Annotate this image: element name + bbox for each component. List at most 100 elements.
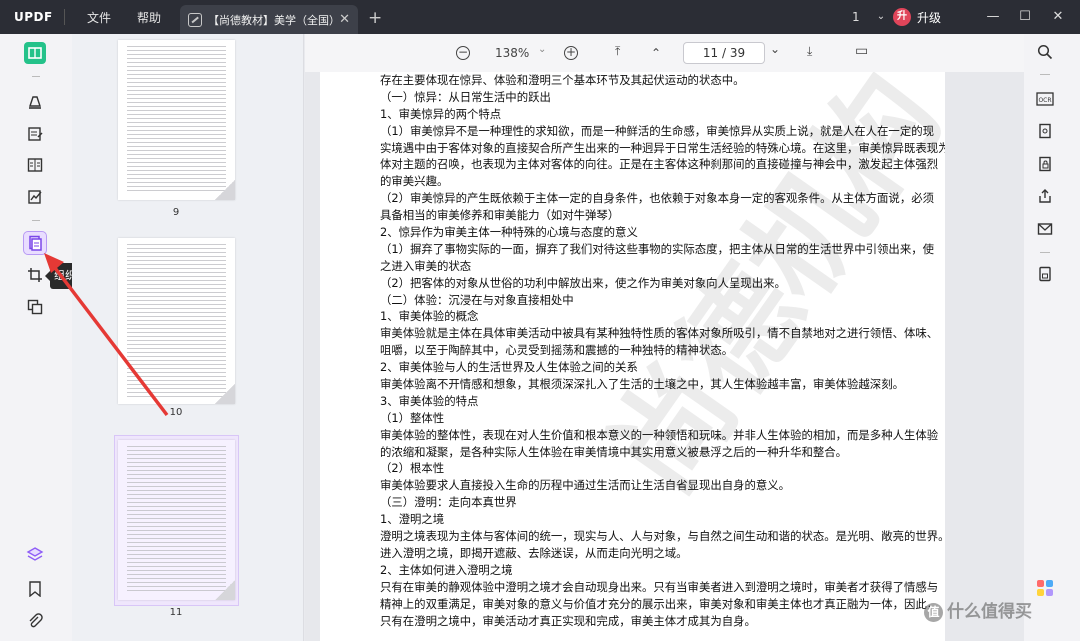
presentation-icon[interactable]: ▭ bbox=[855, 43, 868, 59]
page-text-line: 实境遇中由于客体对象的直接契合所产生出来的一种迥异于日常生活经验的特殊心境。在这… bbox=[380, 140, 945, 155]
pdf-page[interactable]: 尚德机构 存在主要体现在惊异、体验和澄明三个基本环节及其起伏运动的状态中。 （一）… bbox=[320, 72, 945, 641]
page-text-line: （二）体验：沉浸在与对象直接相处中 bbox=[380, 292, 574, 307]
page-text-line: 澄明之境表现为主体与客体间的统一，现实与人、人与对象，与自然之间生动和谐的状态。… bbox=[380, 529, 945, 544]
svg-text:OCR: OCR bbox=[1038, 97, 1051, 104]
menu-file[interactable]: 文件 bbox=[87, 9, 111, 26]
page-text-line: 审美体验就是主体在具体审美活动中被具有某种独特性质的客体对象所吸引，情不自禁地对… bbox=[380, 326, 939, 341]
document-area[interactable]: 尚德机构 存在主要体现在惊异、体验和澄明三个基本环节及其起伏运动的状态中。 （一）… bbox=[305, 72, 1024, 641]
close-window-button[interactable]: ✕ bbox=[1048, 7, 1068, 27]
page-text-line: 的审美兴趣。 bbox=[380, 174, 449, 189]
page-text-body: 存在主要体现在惊异、体验和澄明三个基本环节及其起伏运动的状态中。 （一）惊异：从日… bbox=[380, 72, 945, 629]
page-text-line: （三）澄明：走向本真世界 bbox=[380, 495, 517, 510]
page-text-line: （1）整体性 bbox=[380, 410, 445, 425]
thumbnail-page-number: 9 bbox=[172, 207, 180, 218]
page-text-line: 审美体验离不开情感和想象，其根须深深扎入了生活的土壤之中，其人生体验越丰富，审美… bbox=[380, 377, 904, 392]
reader-mode-icon[interactable] bbox=[24, 42, 46, 64]
convert-icon[interactable] bbox=[1035, 121, 1055, 141]
zoom-in-button[interactable]: + bbox=[564, 46, 578, 60]
page-thumbnail-selected[interactable] bbox=[118, 440, 235, 600]
page-text-line: （2）把客体的对象从世俗的功利中解放出来，使之作为审美对象向人呈现出来。 bbox=[380, 275, 786, 290]
page-text-line: 审美体验的整体性，表现在对人生价值和根本意义的一种领悟和玩味。并非人生体验的相加… bbox=[380, 427, 939, 442]
document-tab-icon bbox=[188, 12, 202, 27]
first-page-icon[interactable]: ⤒ bbox=[615, 44, 620, 59]
toolbar-divider bbox=[32, 76, 40, 77]
document-toolbar: − 138% ⌄ + ⤒ ⌃ 11 / 39 ⌄ ⤓ ▭ bbox=[305, 34, 1024, 72]
compare-icon[interactable] bbox=[24, 296, 46, 318]
page-text-line: 3、审美体验的特点 bbox=[380, 393, 479, 408]
zoom-out-button[interactable]: − bbox=[456, 46, 470, 60]
crop-icon[interactable] bbox=[24, 264, 46, 286]
search-icon[interactable] bbox=[1035, 42, 1055, 62]
left-toolbar: 组织页面 bbox=[0, 34, 102, 641]
attachment-icon[interactable] bbox=[24, 610, 46, 632]
ocr-icon[interactable]: OCR bbox=[1035, 89, 1055, 109]
page-text-line: （1）摒弃了事物实际的一面，摒弃了我们对待这些事物的实际态度，把主体从日常的生活… bbox=[380, 241, 934, 256]
maximize-button[interactable]: ☐ bbox=[1015, 7, 1035, 27]
page-text-line: 进入澄明之境，即揭开遮蔽、去除迷误，从而走向光明之域。 bbox=[380, 545, 688, 560]
save-icon[interactable] bbox=[1035, 264, 1055, 284]
window-count: 1 bbox=[852, 10, 860, 24]
page-text-line: 2、惊异作为审美主体一种特殊的心境与态度的意义 bbox=[380, 225, 638, 240]
page-text-line: 之进入审美的状态 bbox=[380, 258, 472, 273]
upgrade-label: 升级 bbox=[917, 10, 942, 25]
page-text-line: （2）审美惊异的产生既依赖于主体一定的自身条件，也依赖于对象本身一定的客观条件。… bbox=[380, 191, 934, 206]
page-text-line: 的浓缩和凝聚，是各种实际人生体验在审美情境中其实用意义被悬浮之后的一种升华和整合… bbox=[380, 444, 848, 459]
sign-icon[interactable] bbox=[24, 186, 46, 208]
page-text-line: （1）审美惊异不是一种理性的求知欲，而是一种鲜活的生命感，审美惊异从实质上说，就… bbox=[380, 123, 934, 138]
page-text-line: 审美体验要求人直接投入生命的历程中通过生活而让生活自省显现出自身的意义。 bbox=[380, 478, 791, 493]
zoom-dropdown-icon[interactable]: ⌄ bbox=[538, 44, 546, 55]
toolbar-divider bbox=[1040, 252, 1050, 253]
thumbnail-page-number: 11 bbox=[169, 607, 183, 618]
page-text-line: 1、审美体验的概念 bbox=[380, 309, 479, 324]
site-watermark-text: 什么值得买 bbox=[947, 602, 1032, 622]
ai-assistant-icon[interactable] bbox=[1035, 578, 1055, 598]
page-number-input[interactable]: 11 / 39 bbox=[683, 42, 765, 64]
page-text-line: 精神上的双重满足，审美对象的意义与价值才充分的展示出来，审美对象和审美主体也才真… bbox=[380, 596, 939, 611]
right-toolbar: OCR bbox=[1024, 34, 1080, 641]
app-logo: UPDF bbox=[14, 10, 53, 24]
bookmark-icon[interactable] bbox=[24, 578, 46, 600]
page-text-line: 2、审美体验与人的生活世界及人生体验之间的关系 bbox=[380, 360, 638, 375]
page-text-line: 2、主体如何进入澄明之境 bbox=[380, 562, 513, 577]
page-text-line: （2）根本性 bbox=[380, 461, 445, 476]
window-list-chevron-icon[interactable]: ⌄ bbox=[870, 7, 892, 27]
upgrade-icon: 升 bbox=[893, 8, 911, 26]
thumbnail-page-number: 10 bbox=[169, 407, 183, 418]
page-text-line: 只有在审美的静观体验中澄明之境才会自动现身出来。只有当审美者进入到澄明之境时，审… bbox=[380, 579, 939, 594]
previous-page-icon[interactable]: ⌃ bbox=[651, 46, 661, 60]
page-text-line: 咀嚼，以至于陶醉其中，心灵受到摇荡和震撼的一种独特的精神状态。 bbox=[380, 343, 734, 358]
email-icon[interactable] bbox=[1035, 219, 1055, 239]
protect-icon[interactable] bbox=[1035, 154, 1055, 174]
zoom-level[interactable]: 138% bbox=[495, 46, 529, 60]
tab-close-icon[interactable]: ✕ bbox=[339, 12, 350, 27]
page-text-line: 具备相当的审美修养和审美能力（如对牛弹琴） bbox=[380, 208, 620, 223]
page-thumbnail[interactable] bbox=[118, 238, 235, 404]
organize-pages-icon[interactable] bbox=[23, 231, 47, 255]
title-divider bbox=[64, 9, 65, 25]
page-thumbnail[interactable] bbox=[118, 40, 235, 200]
new-tab-button[interactable]: + bbox=[368, 8, 382, 28]
highlight-icon[interactable] bbox=[24, 90, 46, 112]
site-watermark-badge: 值 bbox=[924, 602, 943, 622]
toolbar-divider bbox=[1040, 74, 1050, 75]
thumbnail-content bbox=[127, 446, 226, 594]
page-text-line: 存在主要体现在惊异、体验和澄明三个基本环节及其起伏运动的状态中。 bbox=[380, 73, 745, 87]
document-tab[interactable]: 【尚德教材】美学（全国） ✕ bbox=[180, 5, 358, 34]
menu-help[interactable]: 帮助 bbox=[137, 9, 161, 26]
thumbnail-corner bbox=[215, 180, 235, 200]
thumbnail-content bbox=[127, 46, 226, 194]
upgrade-button[interactable]: 升 升级 bbox=[893, 5, 953, 29]
minimize-button[interactable]: — bbox=[983, 7, 1003, 27]
page-text-line: 体对主题的召唤，也表现为主体对客体的向往。正是在主客体这种刹那间的直接碰撞与神会… bbox=[380, 157, 939, 172]
last-page-icon[interactable]: ⤓ bbox=[807, 44, 812, 59]
next-page-icon[interactable]: ⌄ bbox=[770, 42, 780, 56]
thumbnail-corner bbox=[215, 580, 235, 600]
page-text-line: 1、澄明之境 bbox=[380, 512, 445, 527]
edit-text-icon[interactable] bbox=[24, 123, 46, 145]
page-text-line: 只有在澄明之境中，审美活动才真正实现和完成，审美主体才成其为自身。 bbox=[380, 613, 756, 628]
form-icon[interactable] bbox=[24, 154, 46, 176]
page-text-line: 1、审美惊异的两个特点 bbox=[380, 106, 502, 121]
share-icon[interactable] bbox=[1035, 186, 1055, 206]
layers-icon[interactable] bbox=[24, 544, 46, 566]
thumbnail-panel: 9 10 11 bbox=[72, 34, 304, 641]
